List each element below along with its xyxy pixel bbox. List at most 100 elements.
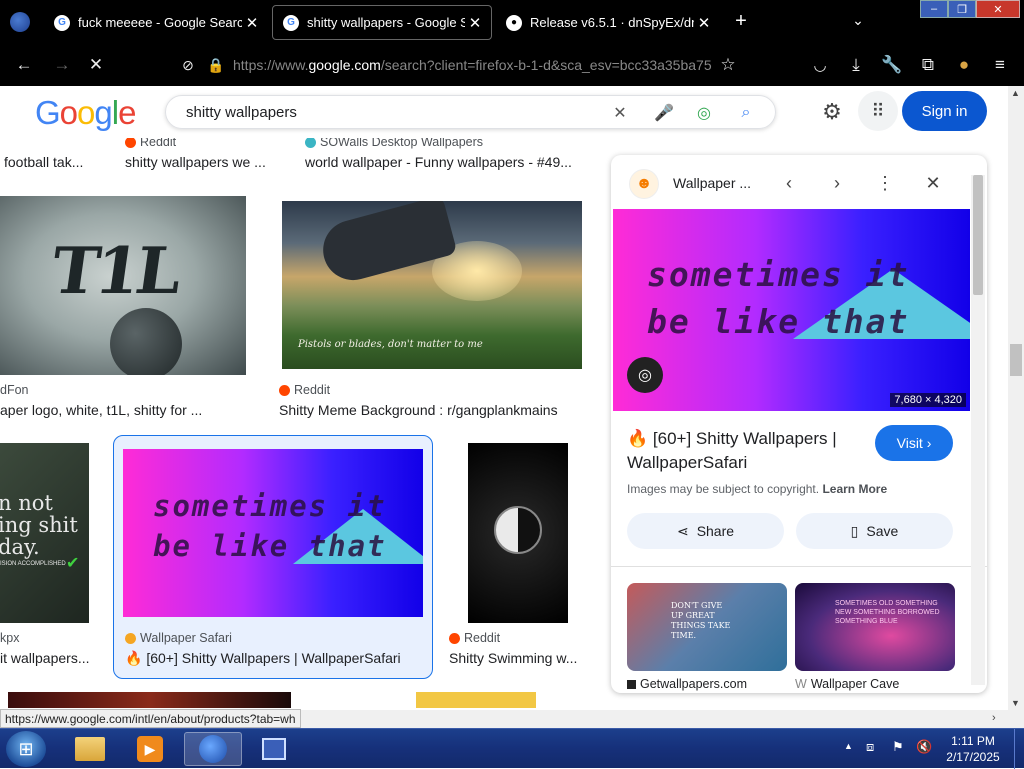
preview-image[interactable]: sometimes it be like that ◎ 7,680 × 4,32… [613,209,970,411]
scroll-right-arrow-icon[interactable]: › [992,712,996,724]
scrollbar-thumb[interactable] [1010,344,1022,376]
volume-muted-icon[interactable]: 🔇 [916,739,932,755]
result-title[interactable]: aper logo, white, t1L, shitty for ... [0,402,240,418]
search-box[interactable]: shitty wallpapers ✕ 🎤 ◎ ⌕ [165,95,776,129]
close-window-button[interactable]: ✕ [976,0,1020,18]
next-chevron-icon[interactable]: › [823,169,851,197]
image-text: be like that [153,529,387,563]
search-icon[interactable]: ⌕ [735,102,757,124]
stop-loading-icon[interactable]: ✕ [84,53,108,77]
share-icon: ⋖ [676,522,689,539]
result-image-mission-accomplished[interactable]: n not ing shit day. ISION ACCOMPLISHED ✔ [0,443,89,623]
result-source[interactable]: SOWalls Desktop Wallpapers [305,138,555,149]
lock-icon[interactable]: 🔒 [204,53,228,77]
lens-icon[interactable]: ◎ [627,357,663,393]
action-center-flag-icon[interactable]: ⚑ [892,739,904,755]
tab-bar: G fuck meeeee - Google Search ✕ G shitty… [0,0,1024,44]
task-view-icon[interactable] [248,732,300,766]
tab-fuck-meeeee[interactable]: G fuck meeeee - Google Search ✕ [44,5,268,40]
forward-arrow-icon[interactable]: → [50,53,74,77]
search-input[interactable]: shitty wallpapers [186,104,297,121]
network-icon[interactable]: ⧈ [866,739,874,755]
clear-search-icon[interactable]: ✕ [609,102,631,124]
firefox-taskbar-icon[interactable] [184,732,242,766]
restore-button[interactable]: ❐ [948,0,976,18]
panel-scrollbar-thumb[interactable] [973,175,983,295]
result-title[interactable]: 🔥 [60+] Shitty Wallpapers | WallpaperSaf… [125,650,425,667]
result-image-sometimes[interactable]: sometimes it be like that [123,449,423,617]
scroll-up-arrow-icon[interactable]: ▲ [1011,88,1020,98]
result-image-partial[interactable] [416,692,536,708]
result-title[interactable]: Shitty Meme Background : r/gangplankmain… [279,402,579,418]
bookmark-star-icon[interactable]: ☆ [716,53,740,77]
list-tabs-chevron-icon[interactable]: ⌄ [848,12,868,32]
related-image-wallpapercave[interactable]: SOMETIMES OLD SOMETHING NEW SOMETHING BO… [795,583,955,671]
downloads-icon[interactable]: ⤓ [844,53,868,77]
result-source[interactable]: Reddit [125,138,275,149]
system-clock[interactable]: 1:11 PM 2/17/2025 [938,733,1008,765]
google-logo[interactable]: Google [35,94,136,132]
learn-more-link[interactable]: Learn More [822,482,887,496]
google-header: Google shitty wallpapers ✕ 🎤 ◎ ⌕ ⚙ ⠿ Sig… [0,86,1008,138]
cookie-extension-icon[interactable]: ● [952,53,976,77]
more-options-icon[interactable]: ⋮ [871,169,899,197]
result-image-t1l[interactable]: T1L [0,196,246,375]
related-image-getwallpapers[interactable]: DON'T GIVE UP GREAT THINGS TAKE TIME. [627,583,787,671]
lens-search-icon[interactable]: ◎ [693,102,715,124]
close-panel-icon[interactable]: ✕ [919,169,947,197]
save-button[interactable]: ▯ Save [796,513,953,549]
google-apps-icon[interactable]: ⠿ [858,91,898,131]
show-desktop-button[interactable] [1014,729,1024,769]
related-source[interactable]: Getwallpapers.com [627,677,787,691]
file-explorer-icon[interactable] [64,732,116,766]
result-image-gangplank[interactable]: Pistols or blades, don't matter to me [282,201,582,369]
result-source[interactable]: Reddit [279,383,429,397]
url-prefix: https://www. [233,57,309,73]
share-button[interactable]: ⋖ Share [627,513,784,549]
minimize-button[interactable]: – [920,0,948,18]
result-image-yin-yang[interactable] [468,443,568,623]
related-source[interactable]: W Wallpaper Cave [795,677,955,691]
result-source[interactable]: Reddit [449,631,589,645]
show-hidden-icons[interactable]: ▲ [844,741,853,751]
start-button[interactable]: ⊞ [6,731,46,767]
firefox-menu-icon[interactable] [10,12,30,32]
tab-release-dnspy[interactable]: ● Release v6.5.1 · dnSpyEx/dnSpy ✕ [496,5,720,40]
panel-scrollbar[interactable] [971,175,985,685]
settings-gear-icon[interactable]: ⚙ [818,98,846,126]
panel-title[interactable]: 🔥 [60+] Shitty Wallpapers | WallpaperSaf… [627,427,867,475]
close-tab-icon[interactable]: ✕ [694,14,714,32]
page-vertical-scrollbar[interactable]: ▲ ▼ [1008,86,1024,728]
menu-hamburger-icon[interactable]: ≡ [988,53,1012,77]
url-bar[interactable]: https://www.google.com/search?client=fir… [233,55,713,75]
result-title[interactable]: football tak... [4,154,104,170]
result-source[interactable]: kpx [0,631,100,645]
result-title[interactable]: Shitty Swimming w... [449,650,584,666]
visit-button[interactable]: Visit › [875,425,953,461]
result-title[interactable]: it wallpapers... [0,650,95,666]
image-text: ISION ACCOMPLISHED [0,561,66,567]
tracking-protection-icon[interactable]: ⊘ [176,53,200,77]
new-tab-button[interactable]: + [730,10,752,32]
image-caption: Pistols or blades, don't matter to me [298,339,483,350]
result-image-partial[interactable] [8,692,291,708]
tab-shitty-wallpapers[interactable]: G shitty wallpapers - Google Search ✕ [272,5,492,40]
voice-search-icon[interactable]: 🎤 [653,102,675,124]
image-text: sometimes it [153,489,387,523]
previous-chevron-icon[interactable]: ‹ [775,169,803,197]
result-source[interactable]: dFon [0,383,120,397]
pocket-icon[interactable]: ◡ [808,53,832,77]
wallpaper-safari-logo[interactable]: ☻ [629,169,659,199]
wrench-icon[interactable]: 🔧 [880,53,904,77]
scroll-down-arrow-icon[interactable]: ▼ [1011,698,1020,708]
result-title[interactable]: world wallpaper - Funny wallpapers - #49… [305,154,590,170]
close-tab-icon[interactable]: ✕ [465,14,485,32]
back-arrow-icon[interactable]: ← [12,53,36,77]
sign-in-button[interactable]: Sign in [902,91,987,131]
media-player-icon[interactable]: ▶ [124,732,176,766]
result-title[interactable]: shitty wallpapers we ... [125,154,280,170]
extensions-icon[interactable]: ⧉ [916,53,940,77]
panel-source-name[interactable]: Wallpaper ... [673,175,751,191]
close-tab-icon[interactable]: ✕ [242,14,262,32]
result-source[interactable]: Wallpaper Safari [125,631,325,645]
